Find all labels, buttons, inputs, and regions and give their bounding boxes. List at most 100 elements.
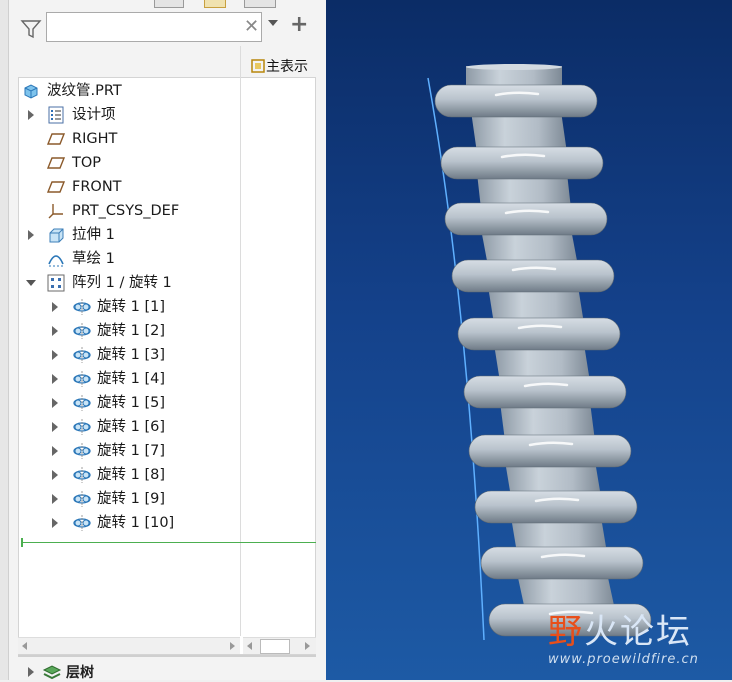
search-dropdown-icon[interactable] [268,20,278,26]
revolve-icon [72,490,91,508]
model-convolution [444,202,608,236]
tree-header-divider [18,77,316,78]
tree-item[interactable]: 设计项 [0,104,240,126]
tree-item[interactable]: 草绘 1 [0,248,240,270]
model-convolution [434,84,598,118]
tree-item[interactable]: 旋转 1 [8] [0,464,240,486]
horizontal-scrollbar-tree[interactable] [18,637,240,654]
tree-columns-button[interactable] [244,0,276,8]
scroll-left-icon[interactable] [22,642,27,650]
revolve-icon [72,394,91,412]
watermark-title: 火论坛 [584,612,692,652]
graphics-viewport[interactable] [326,0,732,680]
expand-icon[interactable] [28,230,34,240]
column-divider[interactable] [240,46,241,636]
tree-item-label: 旋转 1 [10] [97,515,175,531]
tree-item-label: 旋转 1 [2] [97,323,165,339]
expand-icon[interactable] [52,494,58,504]
expand-icon[interactable] [28,110,34,120]
watermark-url: www.proewildfire.cn [548,652,699,667]
scroll-right-icon[interactable] [230,642,235,650]
tree-item-label: 旋转 1 [5] [97,395,165,411]
tree-item-label: RIGHT [72,131,118,147]
expand-icon[interactable] [52,326,58,336]
sketch-icon [47,250,65,268]
revolve-icon [72,442,91,460]
part-icon [22,82,40,100]
tree-item[interactable]: 旋转 1 [4] [0,368,240,390]
layer-tree-label: 层树 [66,665,94,681]
tree-item-label: 旋转 1 [3] [97,347,165,363]
revolve-icon [72,298,91,316]
datum-plane-icon [46,154,66,172]
revolve-icon [72,466,91,484]
tree-item[interactable]: 旋转 1 [2] [0,320,240,342]
panel-divider[interactable] [18,655,316,657]
model-convolution [463,375,627,409]
tree-item-label: 草绘 1 [72,251,115,267]
model-convolution [480,546,644,580]
scroll-right-icon[interactable] [305,642,310,650]
revolve-icon [72,418,91,436]
expand-icon[interactable] [52,518,58,528]
tree-item-label: 波纹管.PRT [47,83,122,99]
filter-icon[interactable] [20,18,42,40]
tree-item[interactable]: 旋转 1 [1] [0,296,240,318]
display-column-icon [251,59,265,73]
tree-item[interactable]: TOP [0,152,240,174]
design-items-icon [47,106,65,124]
tree-item[interactable]: 旋转 1 [6] [0,416,240,438]
tree-item-label: FRONT [72,179,122,195]
revolve-icon [72,370,91,388]
tree-item[interactable]: 旋转 1 [3] [0,344,240,366]
layer-tree-header[interactable]: 层树 [28,662,94,682]
tree-item[interactable]: RIGHT [0,128,240,150]
expand-icon[interactable] [52,422,58,432]
expand-icon[interactable] [52,374,58,384]
model-convolution [474,490,638,524]
tree-item[interactable]: 旋转 1 [5] [0,392,240,414]
column-header-display[interactable]: 主表示 [250,56,308,76]
datum-plane-icon [46,178,66,196]
column-header-label: 主表示 [266,59,308,75]
expand-icon[interactable] [52,398,58,408]
tree-item-label: PRT_CSYS_DEF [72,203,180,219]
tree-item[interactable]: 旋转 1 [9] [0,488,240,510]
revolve-icon [72,346,91,364]
expand-icon[interactable] [52,350,58,360]
tree-item-label: 旋转 1 [9] [97,491,165,507]
revolve-icon [72,322,91,340]
expand-icon[interactable] [52,470,58,480]
tree-filters-button[interactable] [204,0,226,8]
tree-item-label: 旋转 1 [8] [97,467,165,483]
tree-toolbar [18,0,318,8]
layer-tree-expand-icon[interactable] [28,667,34,677]
scroll-thumb[interactable] [260,639,290,654]
tree-item[interactable]: FRONT [0,176,240,198]
insert-here-line[interactable] [22,542,316,543]
clear-search-icon[interactable]: ✕ [244,16,259,37]
tree-item[interactable]: 拉伸 1 [0,224,240,246]
add-icon[interactable]: + [290,12,308,37]
expand-icon[interactable] [52,446,58,456]
layers-icon [42,665,62,680]
tree-item[interactable]: PRT_CSYS_DEF [0,200,240,222]
pattern-icon [47,274,65,292]
revolve-icon [72,514,91,532]
model-convolution [440,146,604,180]
tree-item-label: 旋转 1 [6] [97,419,165,435]
tree-item-label: 旋转 1 [7] [97,443,165,459]
model-convolution [468,434,632,468]
tree-item[interactable]: 旋转 1 [10] [0,512,240,534]
tree-item[interactable]: 波纹管.PRT [0,80,240,102]
tree-item-label: 旋转 1 [4] [97,371,165,387]
search-input[interactable] [46,12,262,42]
expand-icon[interactable] [52,302,58,312]
scroll-left-icon[interactable] [247,642,252,650]
tree-item[interactable]: 阵列 1 / 旋转 1 [0,272,240,294]
collapse-icon[interactable] [26,280,36,286]
insert-here-marker[interactable] [21,538,23,547]
tree-settings-button[interactable] [154,0,184,8]
tree-item[interactable]: 旋转 1 [7] [0,440,240,462]
tree-item-label: 拉伸 1 [72,227,115,243]
